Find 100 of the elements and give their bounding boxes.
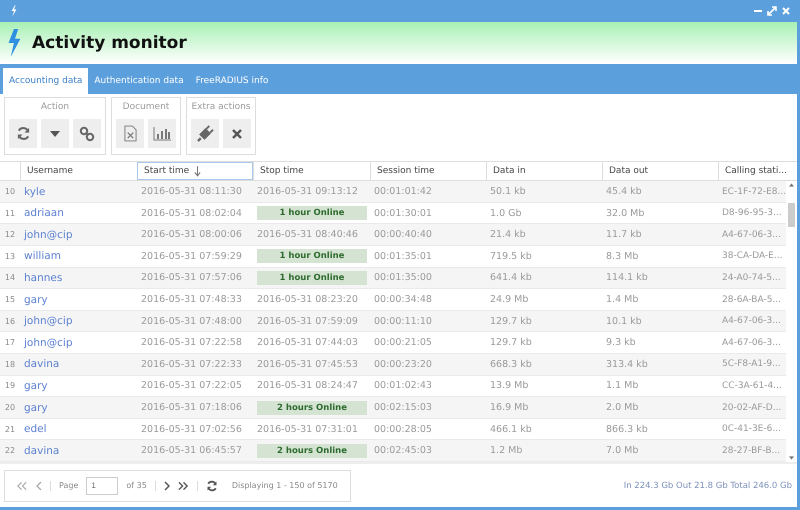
table-cell: 00:01:30:01 <box>374 208 432 219</box>
totals-text: In 224.3 Gb Out 21.8 Gb Total 246.0 Gb <box>624 480 792 490</box>
tab[interactable]: FreeRADIUS info <box>190 68 274 94</box>
link-button[interactable] <box>73 119 101 148</box>
table-cell: 2016-05-31 07:22:05 <box>141 380 242 392</box>
group-title: Document <box>122 102 170 112</box>
row-number: 13 <box>4 252 16 261</box>
username-link[interactable]: kyle <box>24 186 46 198</box>
last-page-icon[interactable] <box>178 480 189 490</box>
tab[interactable]: Accounting data <box>3 68 88 94</box>
username-link[interactable]: edel <box>24 423 47 436</box>
username-link[interactable]: john@cip <box>24 228 73 241</box>
table-cell: 7.0 Mb <box>606 445 638 456</box>
table-cell: 45.4 kb <box>606 186 642 198</box>
column-header[interactable]: Username <box>20 162 137 180</box>
page-field[interactable]: 1 <box>86 476 118 494</box>
table-cell: 38-CA-DA-E... <box>722 251 782 262</box>
table-cell: 2016-05-31 07:45:53 <box>257 358 358 370</box>
row-number: 22 <box>4 446 16 456</box>
table-cell: 2016-05-31 07:59:09 <box>257 316 358 327</box>
username-link[interactable]: william <box>24 250 61 262</box>
first-page-icon[interactable] <box>17 480 28 490</box>
table-cell: 2016-05-31 07:02:56 <box>141 424 242 435</box>
online-badge: 2 hours Online <box>257 444 367 458</box>
table-cell: 10.1 kb <box>606 316 642 327</box>
table-cell: 20-02-AF-D... <box>722 402 782 413</box>
spreadsheet-button[interactable] <box>116 119 144 148</box>
scroll-up-icon[interactable] <box>789 183 794 188</box>
table-cell: 24.9 Mb <box>490 294 528 306</box>
lightning-icon <box>10 5 18 17</box>
column-header[interactable]: Stop time <box>253 162 370 180</box>
table-cell: 2016-05-31 09:13:12 <box>257 186 358 198</box>
bar-chart-icon <box>153 126 171 140</box>
maximize-icon[interactable] <box>767 6 777 16</box>
username-link[interactable]: john@cip <box>24 315 73 328</box>
username-link[interactable]: davina <box>24 358 60 370</box>
table-cell: 2016-05-31 07:22:33 <box>141 358 242 370</box>
table-cell: A4-67-06-3... <box>722 230 781 240</box>
column-header[interactable]: Session time <box>370 162 486 180</box>
tab[interactable]: Authentication data <box>88 68 190 94</box>
table-cell: 2016-05-31 07:48:00 <box>141 316 242 327</box>
page-count: of 35 <box>126 481 147 490</box>
table-cell: 2.0 Mb <box>606 402 638 414</box>
username-link[interactable]: gary <box>24 380 48 392</box>
table-cell: 11.7 kb <box>606 229 642 240</box>
bar-chart-button[interactable] <box>148 119 176 148</box>
display-info: Displaying 1 - 150 of 5170 <box>232 481 338 490</box>
sort-down-icon <box>194 166 202 177</box>
column-header[interactable]: Calling stati... <box>718 162 797 180</box>
table-cell: 1.0 Gb <box>490 208 522 219</box>
online-badge: 1 hour Online <box>257 270 367 285</box>
refresh-button[interactable] <box>9 119 37 148</box>
table-cell: 2016-05-31 08:24:47 <box>257 380 358 392</box>
plug-icon <box>196 125 214 142</box>
scroll-thumb[interactable] <box>788 203 795 228</box>
previous-page-icon[interactable] <box>36 480 42 490</box>
username-link[interactable]: john@cip <box>24 336 73 349</box>
column-header[interactable]: Data in <box>486 162 602 180</box>
table-cell: 2016-05-31 07:57:06 <box>141 272 242 284</box>
row-number: 10 <box>4 187 16 196</box>
table-cell: 2016-05-31 07:22:58 <box>141 337 242 348</box>
row-number: 15 <box>4 295 16 304</box>
table-cell: 129.7 kb <box>490 316 532 327</box>
table-cell: 16.9 Mb <box>490 402 528 414</box>
table-cell: 32.0 Mb <box>606 208 644 219</box>
table-cell: A4-67-06-3... <box>722 316 781 326</box>
row-number: 11 <box>4 208 16 218</box>
row-number: 16 <box>4 316 16 326</box>
delete-button[interactable] <box>223 119 251 148</box>
table-cell: 00:01:02:43 <box>374 380 432 392</box>
plug-button[interactable] <box>191 119 219 148</box>
column-header[interactable]: Data out <box>602 162 718 180</box>
username-link[interactable]: gary <box>24 402 48 414</box>
next-page-icon[interactable] <box>164 480 170 490</box>
caret-icon <box>50 130 60 136</box>
table-cell: 668.3 kb <box>490 358 532 370</box>
refresh-icon[interactable] <box>206 480 218 492</box>
table-cell: 466.1 kb <box>490 424 532 435</box>
table-cell: A4-67-06-3... <box>722 338 781 348</box>
table-cell: 2016-05-31 08:02:04 <box>141 208 242 219</box>
table-cell: 9.3 kb <box>606 337 636 348</box>
dropdown-button[interactable] <box>41 119 69 148</box>
row-number: 12 <box>4 230 16 240</box>
table-cell: 719.5 kb <box>490 250 532 262</box>
column-header[interactable]: Start time <box>137 162 253 180</box>
table-cell: 114.1 kb <box>606 272 648 284</box>
table-cell: 24-A0-74-5... <box>722 272 781 283</box>
username-link[interactable]: adriaan <box>24 207 64 220</box>
page-label: Page <box>59 481 78 490</box>
username-link[interactable]: hannes <box>24 272 62 284</box>
scroll-down-icon[interactable] <box>789 456 794 460</box>
username-link[interactable]: davina <box>24 444 60 457</box>
username-link[interactable]: gary <box>24 294 48 306</box>
table-cell: D8-96-95-3... <box>722 208 782 218</box>
scrollbar[interactable] <box>786 181 797 462</box>
link-icon <box>79 126 95 142</box>
close-icon[interactable] <box>781 6 791 16</box>
table-cell: 129.7 kb <box>490 337 532 348</box>
online-badge: 1 hour Online <box>257 249 367 264</box>
table-cell: 641.4 kb <box>490 272 532 284</box>
